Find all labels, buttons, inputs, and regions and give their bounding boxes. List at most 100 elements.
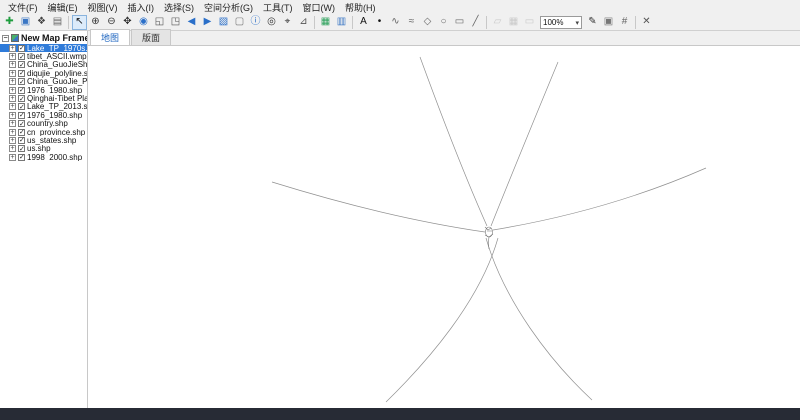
print-icon[interactable]: ▤ — [50, 15, 65, 30]
layer-visibility-checkbox[interactable] — [18, 153, 25, 161]
layer-row[interactable]: 1976_1980.shp — [0, 111, 87, 120]
layer-row[interactable]: us_states.shp — [0, 136, 87, 145]
expander-icon[interactable] — [9, 78, 16, 86]
layer-row[interactable]: Lake_TP_2013.shp — [0, 103, 87, 111]
layer-visibility-checkbox[interactable] — [18, 78, 25, 86]
full-extent-icon[interactable]: ◉ — [136, 15, 151, 30]
polygon-tool-icon[interactable]: ◇ — [420, 15, 435, 30]
layer-visibility-checkbox[interactable] — [18, 128, 25, 136]
layer-row[interactable]: us.shp — [0, 145, 87, 153]
map-line — [492, 167, 707, 231]
line-tool-icon[interactable]: ╱ — [468, 15, 483, 30]
expander-icon[interactable] — [9, 145, 16, 153]
menu-item[interactable]: 工具(T) — [258, 0, 298, 15]
clear-selection-icon[interactable]: ▢ — [232, 15, 247, 30]
layer-row[interactable]: country.shp — [0, 120, 87, 128]
clipboard-icon[interactable]: ▱ — [490, 15, 505, 30]
find-icon[interactable]: ◎ — [264, 15, 279, 30]
tab-map[interactable]: 地图 — [90, 29, 131, 45]
menu-item[interactable]: 窗口(W) — [298, 0, 341, 15]
add-data-icon[interactable]: ✚ — [2, 15, 17, 30]
expander-icon[interactable] — [9, 95, 16, 103]
fixed-zoom-in-icon[interactable]: ◱ — [152, 15, 167, 30]
tab-layout[interactable]: 版面 — [131, 29, 172, 45]
layer-row[interactable]: 1976_1980.shp — [0, 86, 87, 94]
layers-icon[interactable]: ❖ — [34, 15, 49, 30]
expander-icon[interactable] — [9, 120, 16, 128]
layer-visibility-checkbox[interactable] — [18, 95, 25, 103]
layer-row[interactable]: cn_province.shp — [0, 128, 87, 136]
grid-icon[interactable]: ▦ — [506, 15, 521, 30]
zoom-in-icon[interactable]: ⊕ — [88, 15, 103, 30]
close-tool-icon[interactable]: ✕ — [639, 15, 654, 30]
toolbar-separator — [312, 15, 317, 29]
expander-icon[interactable] — [9, 53, 16, 61]
circle-tool-icon[interactable]: ○ — [436, 15, 451, 30]
menu-item[interactable]: 编辑(E) — [43, 0, 83, 15]
menu-item[interactable]: 插入(I) — [123, 0, 160, 15]
menu-item[interactable]: 选择(S) — [159, 0, 199, 15]
layer-visibility-checkbox[interactable] — [18, 44, 25, 52]
layer-visibility-checkbox[interactable] — [18, 61, 25, 69]
back-extent-icon[interactable]: ◀ — [184, 15, 199, 30]
layer-visibility-checkbox[interactable] — [18, 136, 25, 144]
rectangle-tool-icon[interactable]: ▭ — [452, 15, 467, 30]
curve-tool-icon[interactable]: ∿ — [388, 15, 403, 30]
layout-icon[interactable]: ▭ — [522, 15, 537, 30]
menu-item[interactable]: 帮助(H) — [340, 0, 381, 15]
menu-item[interactable]: 空间分析(G) — [199, 0, 258, 15]
menu-bar: 文件(F) 编辑(E) 视图(V) 插入(I) 选择(S) 空间分析(G) 工具… — [0, 0, 800, 14]
layer-row[interactable]: Qinghai-Tibet Plat — [0, 94, 87, 103]
edit-pencil-icon[interactable]: ✎ — [585, 15, 600, 30]
expander-icon[interactable] — [9, 136, 16, 144]
raster-image-icon[interactable]: ▦ — [318, 15, 333, 30]
expander-icon[interactable] — [9, 61, 16, 69]
select-features-icon[interactable]: ▧ — [216, 15, 231, 30]
expander-icon[interactable] — [9, 128, 16, 136]
text-tool-icon[interactable]: A — [356, 15, 371, 30]
identify-icon[interactable]: ⓘ — [248, 15, 263, 30]
layer-visibility-checkbox[interactable] — [18, 69, 25, 77]
menu-item[interactable]: 文件(F) — [3, 0, 43, 15]
point-tool-icon[interactable]: • — [372, 15, 387, 30]
layer-row[interactable]: diqujie_polyline.sh — [0, 69, 87, 78]
expander-icon[interactable] — [9, 153, 16, 161]
measure-icon[interactable]: ⊿ — [296, 15, 311, 30]
select-arrow-icon[interactable]: ↖ — [72, 14, 87, 30]
expander-icon[interactable] — [9, 111, 16, 119]
toolbar-separator — [350, 15, 355, 29]
save-edits-icon[interactable]: ▣ — [601, 15, 616, 30]
expander-icon[interactable] — [9, 86, 16, 94]
menu-item[interactable]: 视图(V) — [83, 0, 123, 15]
collapse-icon[interactable] — [2, 34, 9, 42]
status-bar — [0, 408, 800, 420]
layer-row[interactable]: China_GuoJie_Poly — [0, 78, 87, 86]
expander-icon[interactable] — [9, 103, 16, 111]
layer-visibility-checkbox[interactable] — [18, 103, 25, 111]
expander-icon[interactable] — [9, 69, 16, 77]
forward-extent-icon[interactable]: ▶ — [200, 15, 215, 30]
layer-visibility-checkbox[interactable] — [18, 145, 25, 153]
map-document-icon[interactable]: ▣ — [18, 15, 33, 30]
layer-name: us.shp — [27, 144, 51, 154]
layer-row[interactable]: 1998_2000.shp — [0, 153, 87, 161]
expander-icon[interactable] — [9, 44, 16, 52]
goto-xy-icon[interactable]: ⌖ — [280, 15, 295, 30]
layer-row[interactable]: tibet_ASCII.wmp — [0, 52, 87, 61]
zoom-out-icon[interactable]: ⊖ — [104, 15, 119, 30]
fixed-zoom-out-icon[interactable]: ◳ — [168, 15, 183, 30]
layer-visibility-checkbox[interactable] — [18, 53, 25, 61]
map-canvas[interactable] — [88, 46, 800, 408]
layer-row[interactable]: China_GuoJieShen — [0, 61, 87, 69]
layer-visibility-checkbox[interactable] — [18, 120, 25, 128]
snap-icon[interactable]: # — [617, 15, 632, 30]
attribute-table-icon[interactable]: ▥ — [334, 15, 349, 30]
layer-visibility-checkbox[interactable] — [18, 111, 25, 119]
map-graphics — [271, 56, 707, 403]
freehand-tool-icon[interactable]: ≈ — [404, 15, 419, 30]
toc-root-row[interactable]: New Map Frame — [0, 31, 87, 44]
layer-row[interactable]: Lake_TP_1970s.shp — [0, 44, 87, 53]
layer-visibility-checkbox[interactable] — [18, 86, 25, 94]
pan-icon[interactable]: ✥ — [120, 15, 135, 30]
zoom-level-combo[interactable]: 100% — [540, 15, 582, 29]
